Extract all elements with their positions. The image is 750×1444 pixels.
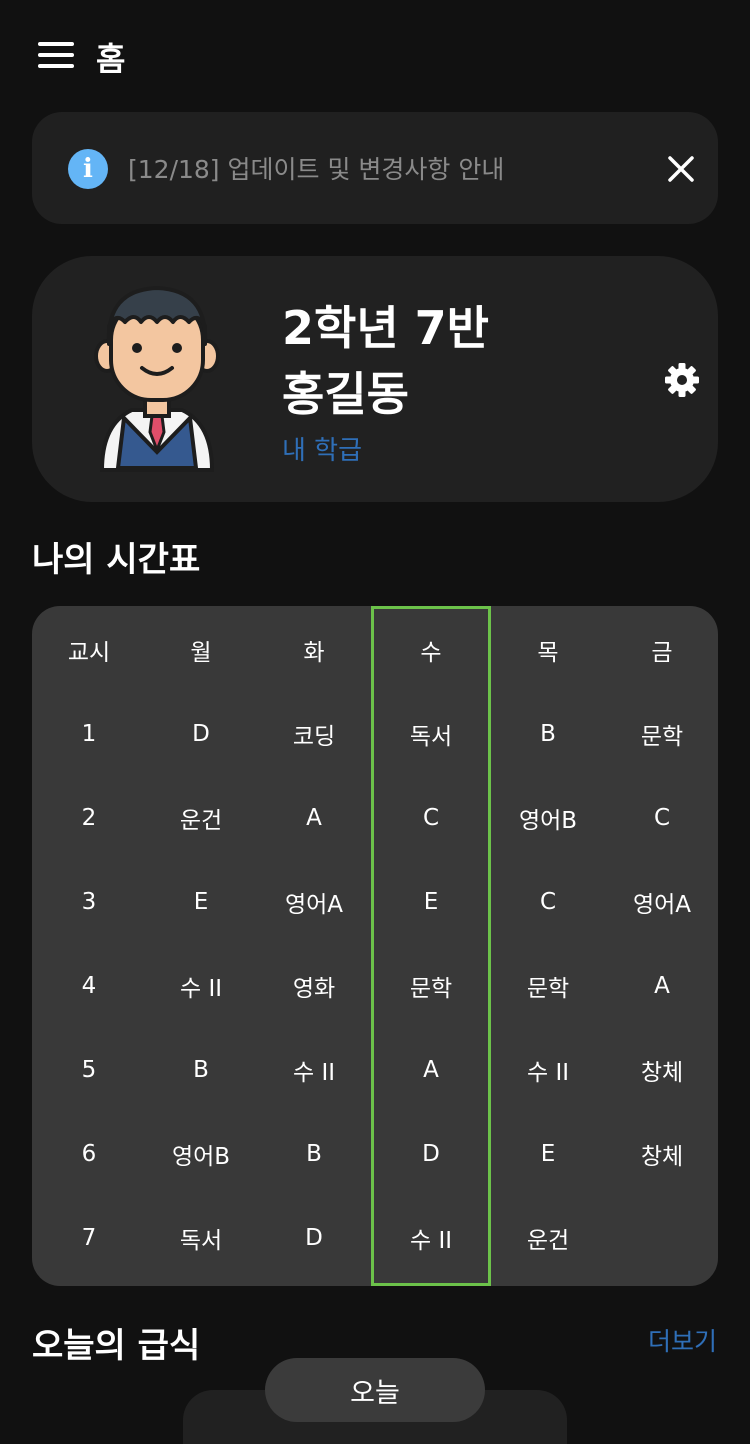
- cell-thu: 문학: [526, 976, 570, 1002]
- cell-mon: 운건: [179, 808, 223, 834]
- cell-fri: 영어A: [632, 892, 692, 918]
- period-number: 4: [81, 973, 97, 999]
- cell-wed: D: [422, 1141, 440, 1167]
- cell-wed: C: [422, 805, 440, 831]
- cell-wed: E: [423, 889, 439, 915]
- cell-mon: 수 II: [179, 976, 223, 1002]
- my-class-link[interactable]: 내 학급: [282, 430, 362, 467]
- info-icon: i: [68, 149, 108, 189]
- cell-tue: 영어A: [284, 892, 344, 918]
- period-number: 1: [81, 721, 97, 747]
- cell-fri: C: [653, 805, 671, 831]
- cell-thu: 영어B: [518, 808, 578, 834]
- notice-text[interactable]: [12/18] 업데이트 및 변경사항 안내: [128, 150, 504, 186]
- cell-tue: A: [306, 805, 322, 831]
- cell-wed: A: [423, 1057, 439, 1083]
- header-fri: 금: [651, 640, 673, 666]
- timetable-row: 3 E 영어A E C 영어A: [32, 860, 718, 944]
- close-icon[interactable]: [664, 152, 698, 186]
- header-tue: 화: [303, 640, 325, 666]
- cell-fri: A: [654, 973, 670, 999]
- timetable: 교시 월 화 수 목 금 1 D 코딩 독서 B 문학 2 운건 A C 영어B C 3 E 영어A E C 영어…: [32, 606, 718, 1286]
- cell-fri: 문학: [640, 724, 684, 750]
- cell-wed: 수 II: [409, 1228, 453, 1254]
- cell-thu: B: [540, 721, 556, 747]
- timetable-row: 5 B 수 II A 수 II 창체: [32, 1028, 718, 1112]
- cell-wed: 문학: [409, 976, 453, 1002]
- cell-tue: 영화: [292, 976, 336, 1002]
- app-header: 홈: [0, 0, 750, 110]
- timetable-title: 나의 시간표: [32, 540, 201, 580]
- period-number: 3: [81, 889, 97, 915]
- student-name: 홍길동: [282, 367, 409, 421]
- hamburger-menu-icon[interactable]: [38, 42, 74, 68]
- cell-tue: 코딩: [292, 724, 336, 750]
- header-period: 교시: [67, 640, 111, 666]
- more-link[interactable]: 더보기: [648, 1322, 717, 1358]
- meals-title: 오늘의 급식: [32, 1326, 201, 1366]
- profile-card: 2학년 7반 홍길동 내 학급: [32, 256, 718, 502]
- timetable-header-row: 교시 월 화 수 목 금: [32, 608, 718, 692]
- header-wed: 수: [420, 640, 442, 666]
- gear-icon[interactable]: [664, 362, 700, 398]
- timetable-row: 1 D 코딩 독서 B 문학: [32, 692, 718, 776]
- period-number: 5: [81, 1057, 97, 1083]
- cell-mon: 독서: [179, 1228, 223, 1254]
- cell-tue: B: [306, 1141, 322, 1167]
- timetable-row: 7 독서 D 수 II 운건: [32, 1196, 718, 1280]
- today-pill-button[interactable]: 오늘: [265, 1358, 485, 1422]
- grade-class: 2학년 7반: [282, 301, 489, 355]
- notice-banner[interactable]: i [12/18] 업데이트 및 변경사항 안내: [32, 112, 718, 224]
- home-screen: 홈 i [12/18] 업데이트 및 변경사항 안내 2학년 7반 홍길동 내 …: [0, 0, 750, 1444]
- period-number: 6: [81, 1141, 97, 1167]
- page-title: 홈: [96, 40, 126, 78]
- cell-mon: B: [193, 1057, 209, 1083]
- timetable-row: 4 수 II 영화 문학 문학 A: [32, 944, 718, 1028]
- cell-fri: [606, 1196, 718, 1280]
- header-thu: 목: [537, 640, 559, 666]
- timetable-row: 6 영어B B D E 창체: [32, 1112, 718, 1196]
- cell-fri: 창체: [640, 1060, 684, 1086]
- cell-fri: 창체: [640, 1144, 684, 1170]
- timetable-row: 2 운건 A C 영어B C: [32, 776, 718, 860]
- student-avatar: [94, 286, 220, 472]
- header-mon: 월: [190, 640, 212, 666]
- cell-tue: 수 II: [292, 1060, 336, 1086]
- period-number: 7: [81, 1225, 97, 1251]
- cell-mon: D: [192, 721, 210, 747]
- cell-thu: E: [540, 1141, 556, 1167]
- cell-mon: 영어B: [171, 1144, 231, 1170]
- period-number: 2: [81, 805, 97, 831]
- cell-thu: 수 II: [526, 1060, 570, 1086]
- cell-mon: E: [193, 889, 209, 915]
- cell-thu: 운건: [526, 1228, 570, 1254]
- cell-thu: C: [539, 889, 557, 915]
- cell-tue: D: [305, 1225, 323, 1251]
- cell-wed: 독서: [409, 724, 453, 750]
